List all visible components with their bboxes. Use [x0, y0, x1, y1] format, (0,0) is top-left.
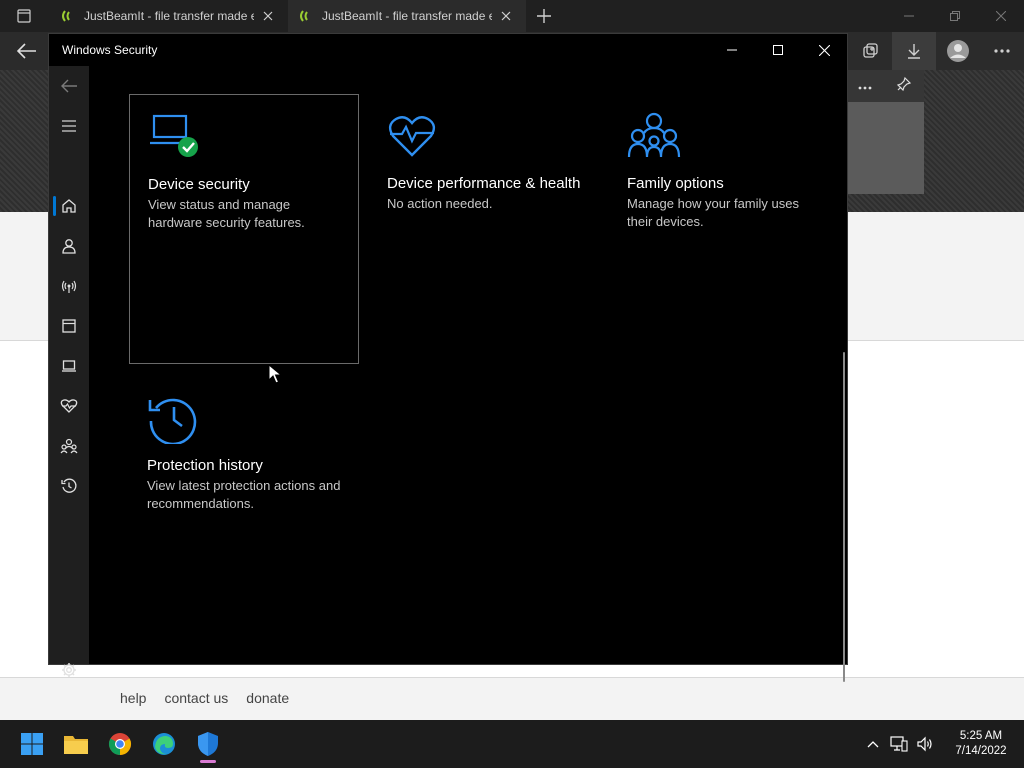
collections-icon[interactable]	[848, 32, 892, 70]
clock-time: 5:25 AM	[959, 730, 1003, 742]
tile-device-security[interactable]: Device security View status and manage h…	[129, 94, 359, 364]
tile-title: Protection history	[147, 457, 263, 474]
network-icon[interactable]	[886, 720, 912, 768]
mouse-cursor-icon	[268, 364, 282, 384]
browser-tabstrip: JustBeamIt - file transfer made e JustBe…	[0, 0, 1024, 32]
more-options-icon[interactable]	[980, 32, 1024, 70]
tab-label: JustBeamIt - file transfer made e	[322, 9, 492, 23]
flyout-pin-icon[interactable]	[896, 76, 912, 97]
minimize-icon[interactable]	[709, 34, 755, 66]
nav-app-browser-control-icon[interactable]	[49, 306, 89, 346]
tab-label: JustBeamIt - file transfer made e	[84, 9, 254, 23]
tile-protection-history[interactable]: Protection history View latest protectio…	[129, 376, 359, 646]
window-titlebar[interactable]: Windows Security	[49, 34, 847, 66]
tile-description: View status and manage hardware security…	[148, 197, 305, 230]
windows-security-shield-icon[interactable]	[188, 724, 228, 764]
footer-link-help[interactable]: help	[120, 690, 146, 706]
close-icon[interactable]	[801, 34, 847, 66]
tile-description: Manage how your family uses their device…	[627, 196, 799, 229]
nav-device-performance-icon[interactable]	[49, 386, 89, 426]
windows-security-window: Windows Security Device security View st…	[48, 33, 848, 682]
hamburger-menu-icon[interactable]	[49, 106, 89, 146]
justbeamit-favicon-icon	[300, 10, 308, 22]
browser-tab-2[interactable]: JustBeamIt - file transfer made e	[288, 0, 526, 32]
clock-history-icon	[147, 394, 201, 446]
nav-family-options-icon[interactable]	[49, 426, 89, 466]
heart-pulse-icon	[387, 112, 441, 162]
footer-link-contact[interactable]: contact us	[164, 690, 228, 706]
tile-title: Device security	[148, 176, 250, 193]
tile-title: Device performance & health	[387, 175, 581, 192]
browser-close-icon[interactable]	[978, 0, 1024, 32]
browser-back-arrow-icon[interactable]	[14, 40, 40, 62]
browser-window-controls	[886, 0, 1024, 32]
nav-device-security-icon[interactable]	[49, 346, 89, 386]
edge-browser-icon[interactable]	[144, 724, 184, 764]
tile-device-performance-health[interactable]: Device performance & health No action ne…	[369, 94, 599, 364]
nav-protection-history-icon[interactable]	[49, 466, 89, 506]
justbeamit-favicon-icon	[62, 10, 70, 22]
footer-links: help contact us donate	[120, 690, 289, 706]
nav-account-protection-icon[interactable]	[49, 226, 89, 266]
downloads-icon[interactable]	[892, 32, 936, 70]
family-group-icon	[627, 112, 681, 162]
nav-settings-gear-icon[interactable]	[49, 650, 89, 690]
tile-family-options[interactable]: Family options Manage how your family us…	[609, 94, 839, 364]
tile-title: Family options	[627, 175, 724, 192]
back-arrow-icon[interactable]	[49, 66, 89, 106]
content-area: Device security View status and manage h…	[89, 66, 847, 682]
tray-chevron-up-icon[interactable]	[860, 720, 886, 768]
chrome-icon[interactable]	[100, 724, 140, 764]
nav-home-icon[interactable]	[49, 186, 89, 226]
profile-avatar-icon[interactable]	[936, 32, 980, 70]
laptop-shield-check-icon	[148, 113, 202, 163]
clock-date: 7/14/2022	[955, 745, 1007, 757]
tile-description: No action needed.	[387, 196, 493, 211]
tile-description: View latest protection actions and recom…	[147, 478, 341, 511]
nav-firewall-network-icon[interactable]	[49, 266, 89, 306]
volume-speaker-icon[interactable]	[912, 720, 938, 768]
start-windows-icon[interactable]	[12, 724, 52, 764]
navigation-rail	[49, 66, 89, 677]
content-scrollbar[interactable]	[843, 352, 845, 682]
maximize-icon[interactable]	[755, 34, 801, 66]
download-flyout-panel	[846, 70, 924, 194]
browser-tab-1[interactable]: JustBeamIt - file transfer made e	[50, 0, 286, 32]
new-tab-plus-icon[interactable]	[534, 6, 554, 26]
window-title: Windows Security	[62, 43, 158, 57]
browser-restore-icon[interactable]	[932, 0, 978, 32]
tab-close-icon[interactable]	[498, 8, 514, 24]
footer-link-donate[interactable]: donate	[246, 690, 289, 706]
flyout-more-icon[interactable]	[858, 77, 872, 95]
tab-close-icon[interactable]	[260, 8, 276, 24]
tab-actions-icon[interactable]	[12, 6, 36, 26]
taskbar: 5:25 AM 7/14/2022	[0, 720, 1024, 768]
browser-minimize-icon[interactable]	[886, 0, 932, 32]
file-explorer-icon[interactable]	[56, 724, 96, 764]
taskbar-clock[interactable]: 5:25 AM 7/14/2022	[938, 729, 1024, 759]
